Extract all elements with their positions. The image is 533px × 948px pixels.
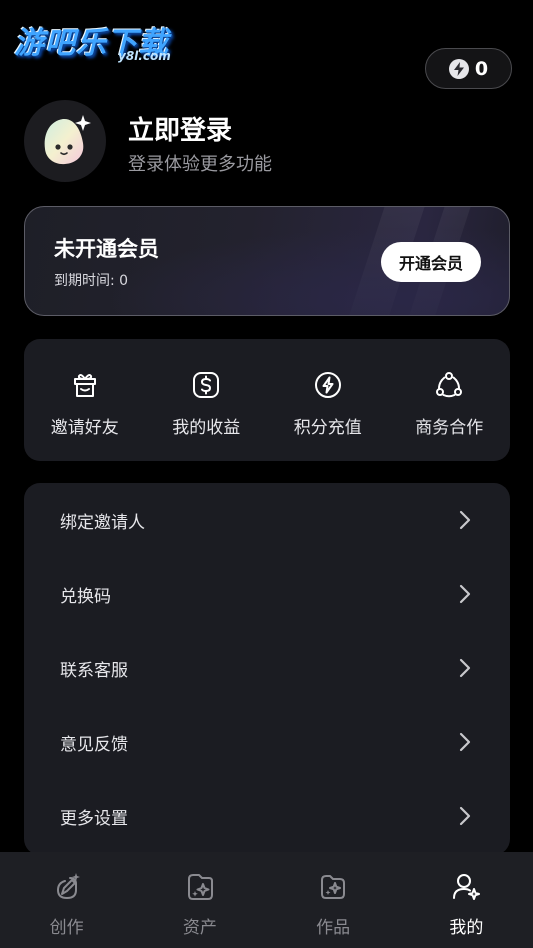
tab-label: 创作: [49, 918, 84, 938]
network-icon: [436, 372, 463, 398]
menu-item-label: 更多设置: [60, 808, 128, 829]
tab-works[interactable]: 作品: [267, 852, 400, 948]
membership-card[interactable]: 未开通会员 到期时间: 0 开通会员: [24, 206, 510, 316]
chevron-right-icon: [459, 658, 471, 678]
login-subtitle: 登录体验更多功能: [128, 154, 272, 175]
tab-mine[interactable]: 我的: [400, 852, 533, 948]
create-icon: [56, 873, 80, 899]
app-logo: 游吧乐下载 y8l.com: [14, 18, 194, 68]
business-cooperation-button[interactable]: 商务合作: [389, 339, 511, 461]
chevron-right-icon: [459, 510, 471, 530]
tab-assets[interactable]: 资产: [133, 852, 266, 948]
points-value: 0: [474, 57, 489, 80]
chevron-right-icon: [459, 584, 471, 604]
chevron-right-icon: [459, 732, 471, 752]
settings-menu: 绑定邀请人 兑换码 联系客服 意见反馈 更多设置: [24, 483, 510, 855]
lightning-icon: [448, 58, 469, 79]
tab-label: 我的: [449, 918, 484, 938]
membership-status: 未开通会员: [54, 237, 159, 261]
menu-bind-inviter[interactable]: 绑定邀请人: [24, 483, 510, 557]
menu-redeem-code[interactable]: 兑换码: [24, 557, 510, 631]
points-recharge-button[interactable]: 积分充值: [267, 339, 389, 461]
chevron-right-icon: [459, 806, 471, 826]
menu-contact-support[interactable]: 联系客服: [24, 631, 510, 705]
my-earnings-button[interactable]: 我的收益: [146, 339, 268, 461]
menu-more-settings[interactable]: 更多设置: [24, 779, 510, 853]
membership-expire-time: 到期时间: 0: [54, 273, 129, 289]
quick-action-label: 积分充值: [293, 418, 362, 438]
menu-item-label: 兑换码: [60, 586, 111, 607]
tab-label: 资产: [182, 918, 217, 938]
lightning-icon: [314, 372, 341, 398]
open-membership-button[interactable]: 开通会员: [381, 242, 481, 282]
gift-icon: [73, 374, 96, 397]
avatar-mascot-icon: [44, 115, 91, 165]
quick-action-label: 邀请好友: [50, 418, 119, 438]
logo-domain: y8l.com: [118, 49, 171, 63]
assets-icon: [187, 874, 213, 900]
menu-item-label: 联系客服: [60, 660, 128, 681]
points-balance-button[interactable]: 0: [425, 48, 512, 89]
works-icon: [321, 875, 346, 899]
bottom-tab-bar: 创作 资产 作品 我的: [0, 852, 533, 948]
menu-item-label: 意见反馈: [60, 734, 128, 755]
tab-create[interactable]: 创作: [0, 852, 133, 948]
tab-label: 作品: [316, 918, 351, 938]
quick-action-label: 商务合作: [415, 418, 484, 438]
invite-friends-button[interactable]: 邀请好友: [24, 339, 146, 461]
avatar[interactable]: [24, 100, 106, 182]
dollar-icon: [193, 372, 220, 398]
menu-feedback[interactable]: 意见反馈: [24, 705, 510, 779]
quick-actions-panel: 邀请好友 我的收益 积分充值 商务合作: [24, 339, 510, 461]
profile-icon: [453, 874, 481, 900]
login-title[interactable]: 立即登录: [128, 110, 232, 147]
menu-item-label: 绑定邀请人: [60, 512, 145, 533]
quick-action-label: 我的收益: [172, 418, 241, 438]
